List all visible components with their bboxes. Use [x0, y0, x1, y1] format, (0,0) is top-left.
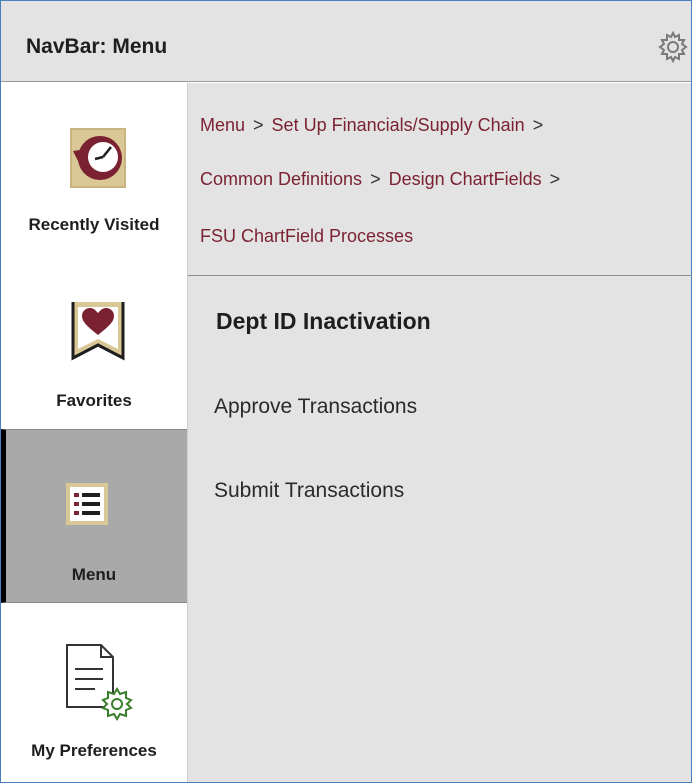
breadcrumb-line: Menu > Set Up Financials/Supply Chain >: [200, 115, 551, 136]
sidebar-item-my-preferences[interactable]: My Preferences: [1, 603, 187, 782]
section-title: Dept ID Inactivation: [216, 308, 431, 334]
breadcrumb-item[interactable]: Common Definitions: [200, 169, 362, 189]
menu-content: Menu > Set Up Financials/Supply Chain > Com…: [187, 83, 692, 782]
navbar-sidebar: Recently Visited Favorites Menu My Prefe…: [1, 83, 187, 782]
sidebar-item-favorites[interactable]: Favorites: [1, 257, 187, 429]
preferences-document-gear-icon: [66, 644, 133, 721]
divider: [188, 275, 692, 276]
submit-transactions-link[interactable]: Submit Transactions: [214, 479, 404, 503]
sidebar-item-recently-visited[interactable]: Recently Visited: [1, 83, 187, 257]
navbar-panel: NavBar: Menu Recently Visited Favorites …: [0, 0, 692, 783]
recent-clock-icon: [70, 128, 126, 188]
approve-transactions-link[interactable]: Approve Transactions: [214, 395, 417, 419]
breadcrumb-line: FSU ChartField Processes: [200, 226, 413, 247]
breadcrumb-line: Common Definitions > Design ChartFields >: [200, 169, 568, 190]
panel-header: NavBar: Menu: [1, 1, 691, 82]
breadcrumb-item-current[interactable]: FSU ChartField Processes: [200, 226, 413, 246]
breadcrumb-item[interactable]: Set Up Financials/Supply Chain: [272, 115, 525, 135]
menu-list-icon: [66, 483, 108, 525]
chevron-right-icon: >: [532, 115, 544, 135]
sidebar-item-menu[interactable]: Menu: [1, 429, 187, 603]
chevron-right-icon: >: [370, 169, 381, 189]
chevron-right-icon: >: [253, 115, 264, 135]
panel-title: NavBar: Menu: [26, 35, 168, 58]
favorite-heart-icon: [71, 302, 125, 361]
sidebar-item-label: Recently Visited: [28, 215, 160, 234]
gear-icon[interactable]: [655, 29, 691, 65]
chevron-right-icon: >: [549, 169, 561, 189]
sidebar-item-label: My Preferences: [31, 741, 157, 760]
breadcrumb-item[interactable]: Menu: [200, 115, 245, 135]
breadcrumb-item[interactable]: Design ChartFields: [389, 169, 542, 189]
sidebar-item-label: Favorites: [56, 391, 132, 410]
sidebar-item-label: Menu: [71, 565, 117, 584]
